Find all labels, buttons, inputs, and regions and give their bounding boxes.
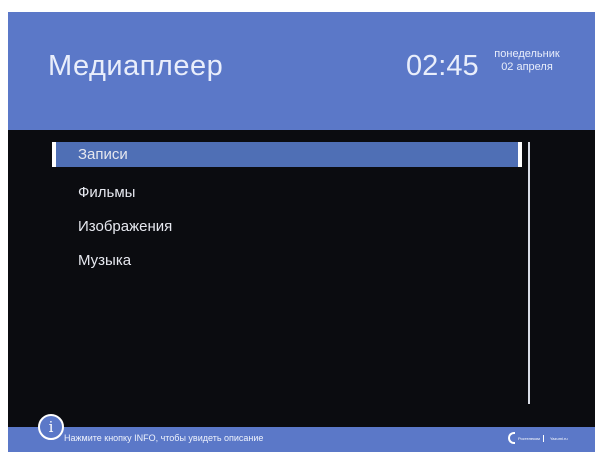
brand-logo: Ростелеком Yazumi.ru	[508, 431, 568, 445]
menu-divider	[528, 142, 530, 404]
menu-item-label: Музыка	[78, 252, 132, 269]
menu-item-images[interactable]: Изображения	[52, 210, 522, 244]
header-bar: Медиаплеер 02:45 понедельник 02 апреля	[8, 12, 595, 130]
selection-right-marker	[518, 142, 522, 167]
menu-item-recordings[interactable]: Записи	[52, 142, 522, 167]
content-area: Записи Фильмы Изображения Музыка	[8, 130, 595, 406]
menu-item-label: Изображения	[78, 218, 173, 235]
weekday-label: понедельник	[494, 48, 560, 60]
brand-separator	[542, 434, 544, 442]
page-title: Медиаплеер	[48, 50, 224, 82]
info-icon: i	[38, 414, 64, 440]
media-menu: Записи Фильмы Изображения Музыка	[52, 142, 522, 278]
date-block: понедельник 02 апреля	[484, 48, 570, 74]
menu-item-movies[interactable]: Фильмы	[52, 176, 522, 210]
selection-left-marker	[52, 142, 56, 167]
menu-item-music[interactable]: Музыка	[52, 244, 522, 278]
clock: 02:45	[406, 50, 479, 82]
hint-text: Нажмите кнопку INFO, чтобы увидеть описа…	[64, 433, 264, 443]
rostelecom-logo-icon	[508, 432, 515, 444]
menu-item-label: Фильмы	[78, 184, 136, 201]
date-label: 02 апреля	[501, 61, 553, 73]
menu-item-label: Записи	[78, 146, 128, 163]
brand-right-text: Yazumi.ru	[549, 435, 568, 441]
brand-left-text: Ростелеком	[518, 435, 540, 441]
media-player-screen: Медиаплеер 02:45 понедельник 02 апреля З…	[8, 12, 595, 452]
